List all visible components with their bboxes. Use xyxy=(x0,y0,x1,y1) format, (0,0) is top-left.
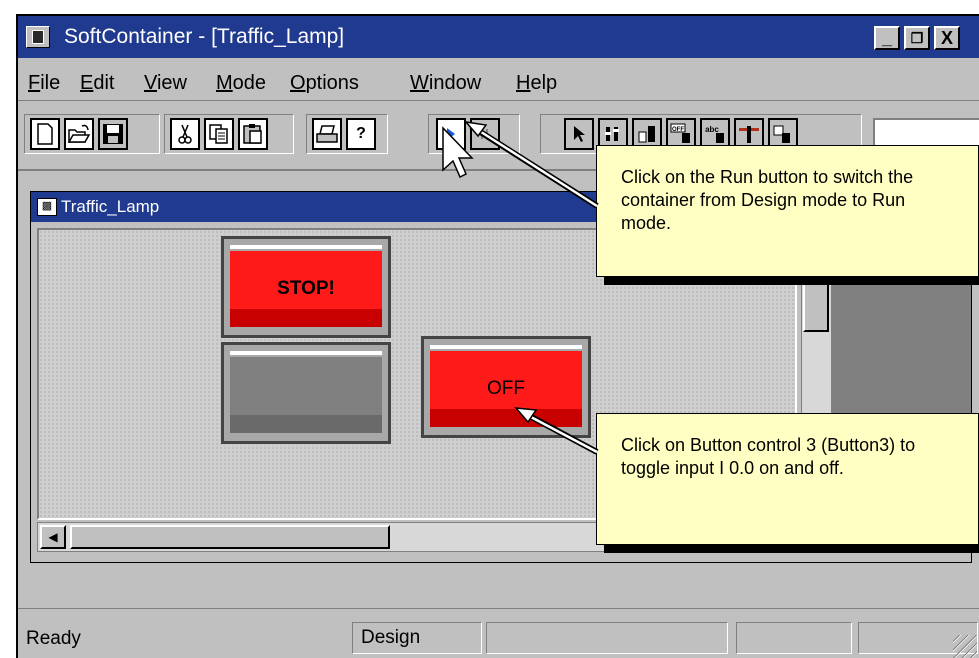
stop-button-label: STOP! xyxy=(277,278,335,299)
restore-button[interactable]: ❐ xyxy=(904,26,930,50)
status-ready-text: Ready xyxy=(26,628,81,649)
button3-label: OFF xyxy=(487,378,525,399)
scroll-left-arrow-icon[interactable]: ◀ xyxy=(40,525,66,549)
status-mode-pane: Design xyxy=(352,622,482,654)
paste-icon[interactable] xyxy=(238,118,268,150)
menu-bar: File Edit View Mode Options Window Help xyxy=(18,60,979,101)
button3-callout: Click on Button control 3 (Button3) to t… xyxy=(596,413,979,545)
close-button[interactable]: X xyxy=(934,26,960,50)
container-icon: ▩ xyxy=(37,198,57,216)
title-bar[interactable]: SoftContainer - [Traffic_Lamp] _ ❐ X xyxy=(18,16,979,58)
off-glyph: OFF xyxy=(672,127,684,133)
child-window-title: Traffic_Lamp xyxy=(61,197,160,216)
blank-button-control[interactable] xyxy=(221,342,391,444)
status-mode-text: Design xyxy=(361,627,421,648)
app-icon[interactable] xyxy=(26,26,50,48)
pause-icon[interactable] xyxy=(470,118,500,150)
resize-grip-icon[interactable] xyxy=(953,635,977,658)
menu-mode[interactable]: Mode xyxy=(216,72,266,95)
run-button-callout: Click on the Run button to switch the co… xyxy=(596,145,979,277)
abc-glyph: abc xyxy=(705,125,719,134)
new-icon[interactable] xyxy=(30,118,60,150)
button-shade xyxy=(230,415,382,433)
help-icon[interactable]: ? xyxy=(346,118,376,150)
print-icon[interactable] xyxy=(312,118,342,150)
minimize-button[interactable]: _ xyxy=(874,26,900,50)
softcontainer-window: SoftContainer - [Traffic_Lamp] _ ❐ X Fil… xyxy=(16,14,979,658)
copy-icon[interactable] xyxy=(204,118,234,150)
menu-help[interactable]: Help xyxy=(516,72,557,95)
status-pane-4 xyxy=(736,622,852,654)
horizontal-scroll-thumb[interactable] xyxy=(70,525,390,549)
save-icon[interactable] xyxy=(98,118,128,150)
run-button-callout-text: Click on the Run button to switch the co… xyxy=(621,167,914,233)
menu-edit[interactable]: Edit xyxy=(80,72,114,95)
button3-control[interactable]: OFF xyxy=(421,336,591,438)
run-icon[interactable] xyxy=(436,118,466,150)
button-highlight xyxy=(230,351,382,355)
button-shade xyxy=(430,409,582,427)
button-highlight xyxy=(430,345,582,349)
status-pane-3 xyxy=(486,622,728,654)
status-bar: Ready Design xyxy=(18,608,979,658)
button-highlight xyxy=(230,245,382,249)
cut-icon[interactable] xyxy=(170,118,200,150)
button3-callout-text: Click on Button control 3 (Button3) to t… xyxy=(621,435,916,478)
menu-window[interactable]: Window xyxy=(410,72,481,95)
pointer-icon[interactable] xyxy=(564,118,594,150)
window-title: SoftContainer - [Traffic_Lamp] xyxy=(64,25,345,48)
menu-file[interactable]: File xyxy=(28,72,60,95)
button-shade xyxy=(230,309,382,327)
stop-button-control[interactable]: STOP! xyxy=(221,236,391,338)
open-icon[interactable] xyxy=(64,118,94,150)
menu-options[interactable]: Options xyxy=(290,72,359,95)
menu-view[interactable]: View xyxy=(144,72,187,95)
vertical-scroll-thumb[interactable] xyxy=(803,278,829,332)
